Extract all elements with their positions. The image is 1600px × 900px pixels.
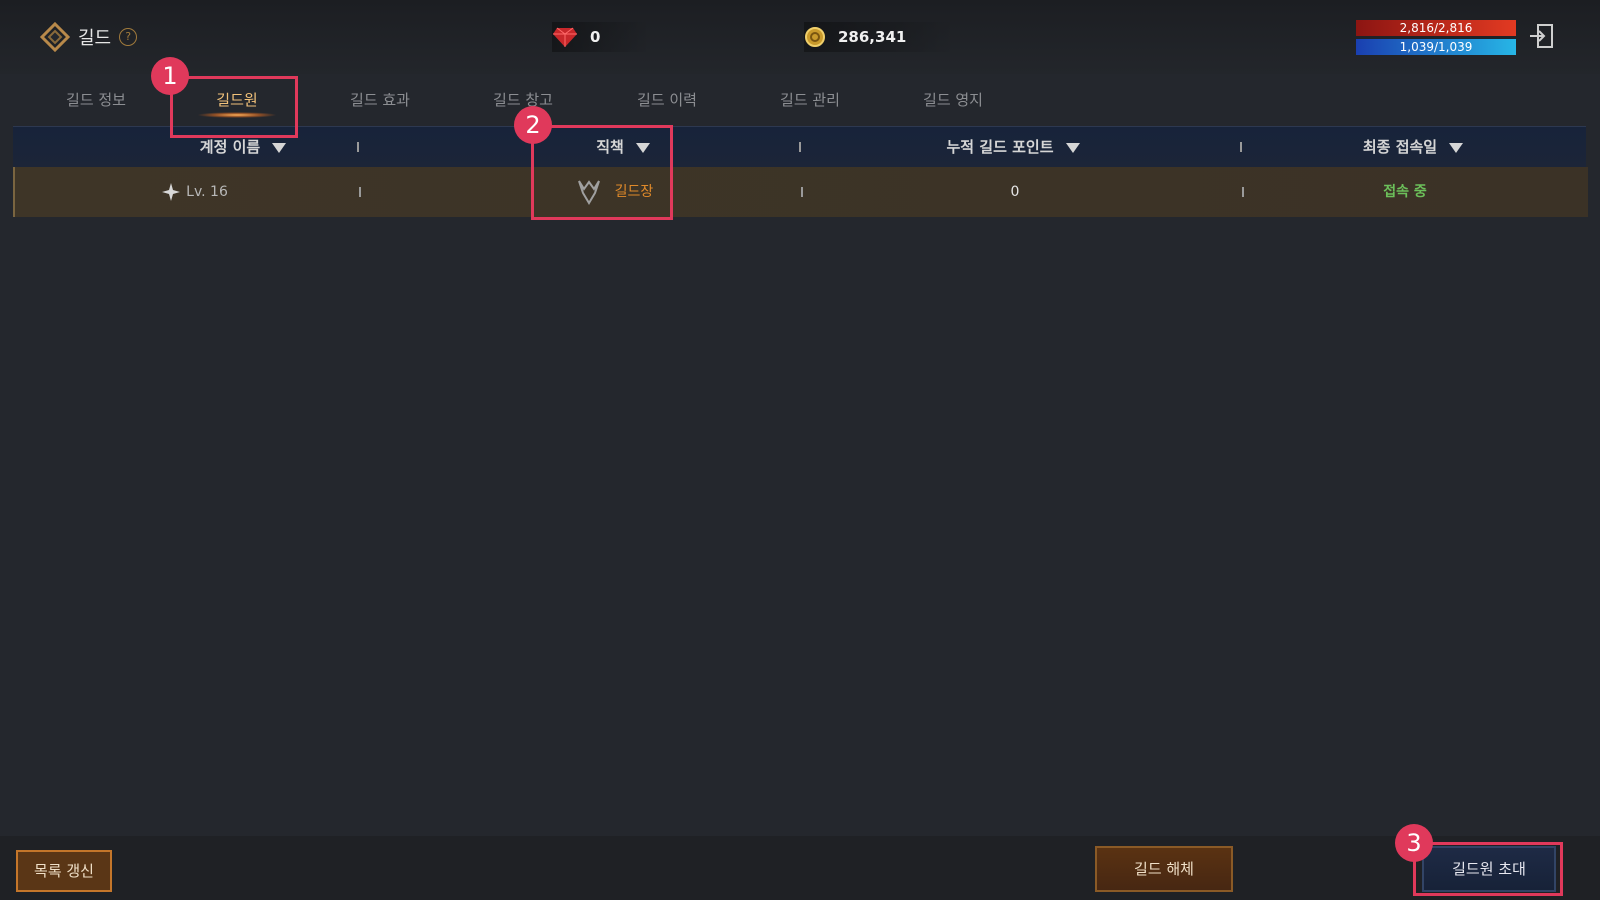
- sort-arrow-icon: [272, 142, 287, 153]
- footer-bar: [0, 836, 1600, 900]
- dissolve-guild-button[interactable]: 길드 해체: [1095, 846, 1233, 892]
- tab-guild-history[interactable]: 길드 이력: [607, 80, 727, 120]
- tab-guild-management[interactable]: 길드 관리: [750, 80, 870, 120]
- hp-bar: 2,816/2,816: [1356, 20, 1516, 36]
- table-row[interactable]: Lv. 16 길드장 0 접속 중: [13, 167, 1588, 217]
- sort-arrow-icon: [1449, 142, 1464, 153]
- cell-account: Lv. 16: [115, 167, 275, 217]
- ruby-gem-icon: [553, 27, 577, 47]
- tab-guild-info[interactable]: 길드 정보: [36, 80, 156, 120]
- annotation-badge-1: 1: [151, 57, 189, 95]
- status-bars: 2,816/2,816 1,039/1,039: [1356, 20, 1516, 58]
- column-guild-points-label: 누적 길드 포인트: [946, 138, 1054, 156]
- gem-counter: 0: [552, 22, 651, 52]
- annotation-badge-3: 3: [1395, 824, 1433, 862]
- highlight-box-2: [531, 125, 673, 220]
- refresh-list-button[interactable]: 목록 갱신: [16, 850, 112, 892]
- top-bar: 길드 ? 0 286,341 2,816/2,816 1,039/1,039: [0, 0, 1600, 74]
- divider: [801, 187, 803, 197]
- gold-coin-icon: [805, 27, 825, 47]
- cell-last-login: 접속 중: [1383, 184, 1427, 200]
- divider: [357, 142, 359, 152]
- divider: [1240, 142, 1242, 152]
- mp-bar: 1,039/1,039: [1356, 39, 1516, 55]
- divider: [1242, 187, 1244, 197]
- column-guild-points[interactable]: 누적 길드 포인트: [873, 127, 1153, 167]
- hp-value: 2,816/2,816: [1399, 21, 1473, 35]
- highlight-box-1: [170, 76, 298, 138]
- gold-value: 286,341: [838, 28, 907, 46]
- divider: [359, 187, 361, 197]
- column-account-name-label: 계정 이름: [199, 138, 261, 156]
- page-title: 길드: [78, 28, 112, 49]
- gem-value: 0: [590, 28, 601, 46]
- gold-counter: 286,341: [804, 22, 957, 52]
- annotation-badge-2: 2: [514, 106, 552, 144]
- account-level: Lv. 16: [186, 184, 228, 200]
- cell-points: 0: [1010, 184, 1020, 200]
- column-last-login[interactable]: 최종 접속일: [1283, 127, 1543, 167]
- highlight-box-3: [1413, 842, 1563, 896]
- mp-value: 1,039/1,039: [1399, 40, 1473, 54]
- guild-emblem-icon: [40, 22, 70, 52]
- sort-arrow-icon: [1065, 142, 1080, 153]
- exit-icon[interactable]: [1528, 22, 1556, 50]
- tab-guild-effects[interactable]: 길드 효과: [320, 80, 440, 120]
- column-last-login-label: 최종 접속일: [1362, 138, 1438, 156]
- divider: [799, 142, 801, 152]
- brand: 길드 ?: [40, 22, 138, 52]
- help-icon[interactable]: ?: [119, 28, 138, 46]
- tab-guild-territory[interactable]: 길드 영지: [893, 80, 1013, 120]
- class-emblem-icon: [162, 183, 181, 201]
